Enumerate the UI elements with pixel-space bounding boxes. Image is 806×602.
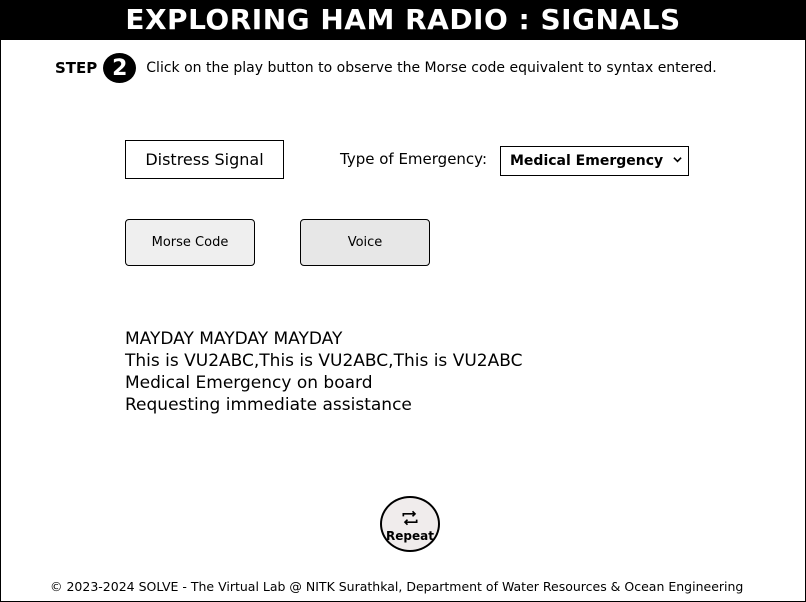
- step-indicator: STEP 2 Click on the play button to obser…: [55, 52, 717, 84]
- step-number-badge: 2: [103, 53, 137, 83]
- distress-signal-button[interactable]: Distress Signal: [125, 140, 284, 179]
- voice-button[interactable]: Voice: [300, 219, 430, 266]
- step-label: STEP: [55, 59, 98, 77]
- chevron-down-icon: [673, 157, 682, 163]
- emergency-type-label: Type of Emergency:: [340, 150, 488, 168]
- emergency-type-value: Medical Emergency: [510, 153, 664, 169]
- repeat-label: Repeat: [386, 528, 434, 543]
- message-line: This is VU2ABC,This is VU2ABC,This is VU…: [125, 351, 523, 371]
- step-instruction: Click on the play button to observe the …: [146, 60, 717, 76]
- message-line: MAYDAY MAYDAY MAYDAY: [125, 329, 343, 349]
- morse-code-button[interactable]: Morse Code: [125, 219, 255, 266]
- repeat-icon: [402, 510, 418, 525]
- footer-copyright: © 2023-2024 SOLVE - The Virtual Lab @ NI…: [50, 579, 744, 594]
- message-line: Medical Emergency on board: [125, 373, 373, 393]
- message-line: Requesting immediate assistance: [125, 395, 412, 415]
- distress-message: MAYDAY MAYDAY MAYDAY This is VU2ABC,This…: [125, 328, 522, 416]
- repeat-button[interactable]: Repeat: [380, 496, 440, 552]
- emergency-type-select[interactable]: Medical Emergency: [500, 146, 689, 176]
- page-title: EXPLORING HAM RADIO : SIGNALS: [0, 0, 806, 40]
